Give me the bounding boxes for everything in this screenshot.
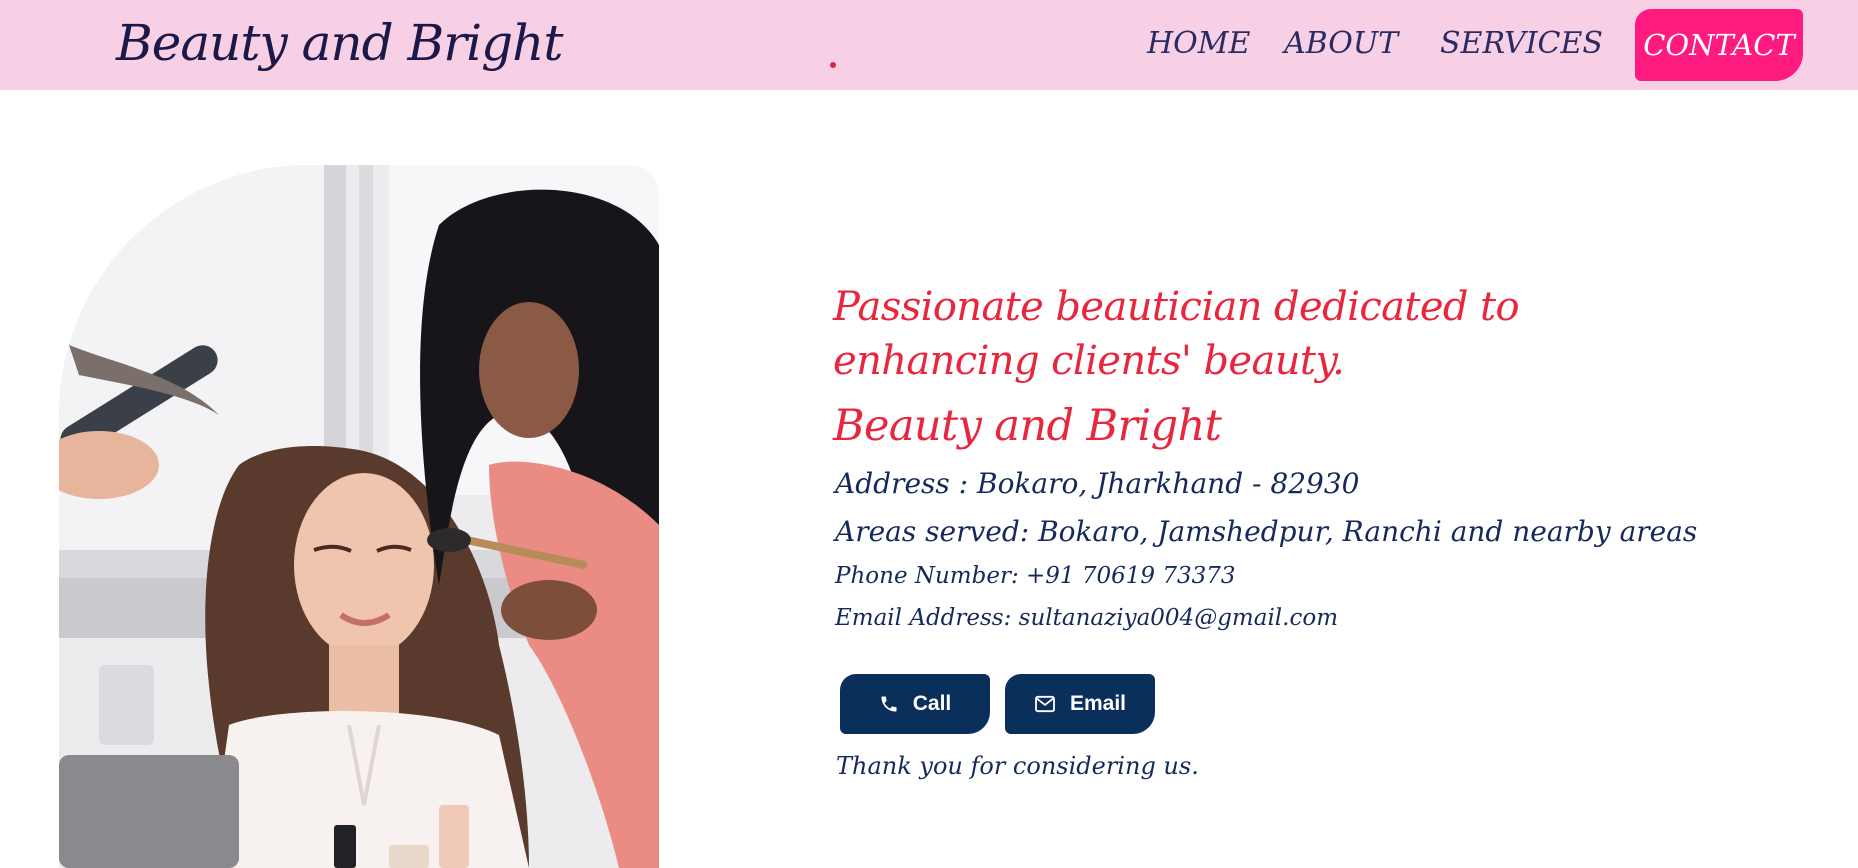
email-button[interactable]: Email [1005,674,1155,734]
top-navbar: Beauty and Bright HOME ABOUT SERVICES CO… [0,0,1858,90]
address-text: Address : Bokaro, Jharkhand - 82930 [835,467,1360,500]
call-button[interactable]: Call [840,674,990,734]
site-logo-text[interactable]: Beauty and Bright [116,14,563,72]
areas-served-text: Areas served: Bokaro, Jamshedpur, Ranchi… [835,515,1698,548]
nav-about[interactable]: ABOUT [1284,26,1398,61]
phone-icon [879,694,899,714]
thank-you-text: Thank you for considering us. [836,752,1199,780]
action-buttons: Call Email [840,674,1155,734]
envelope-icon [1034,695,1056,713]
nav-services[interactable]: SERVICES [1440,26,1603,61]
call-label: Call [912,692,952,715]
nav-home[interactable]: HOME [1147,26,1250,61]
salon-photo [59,165,659,868]
contact-button[interactable]: CONTACT [1635,9,1803,81]
email-text: Email Address: sultanaziya004@gmail.com [835,605,1339,631]
business-name: Beauty and Bright [833,401,1222,451]
contact-info: Passionate beautician dedicated to enhan… [833,280,1733,634]
decorative-dot [830,62,836,68]
phone-text: Phone Number: +91 70619 73373 [835,563,1236,589]
tagline-heading: Passionate beautician dedicated to enhan… [833,284,1520,384]
email-label: Email [1069,692,1127,715]
